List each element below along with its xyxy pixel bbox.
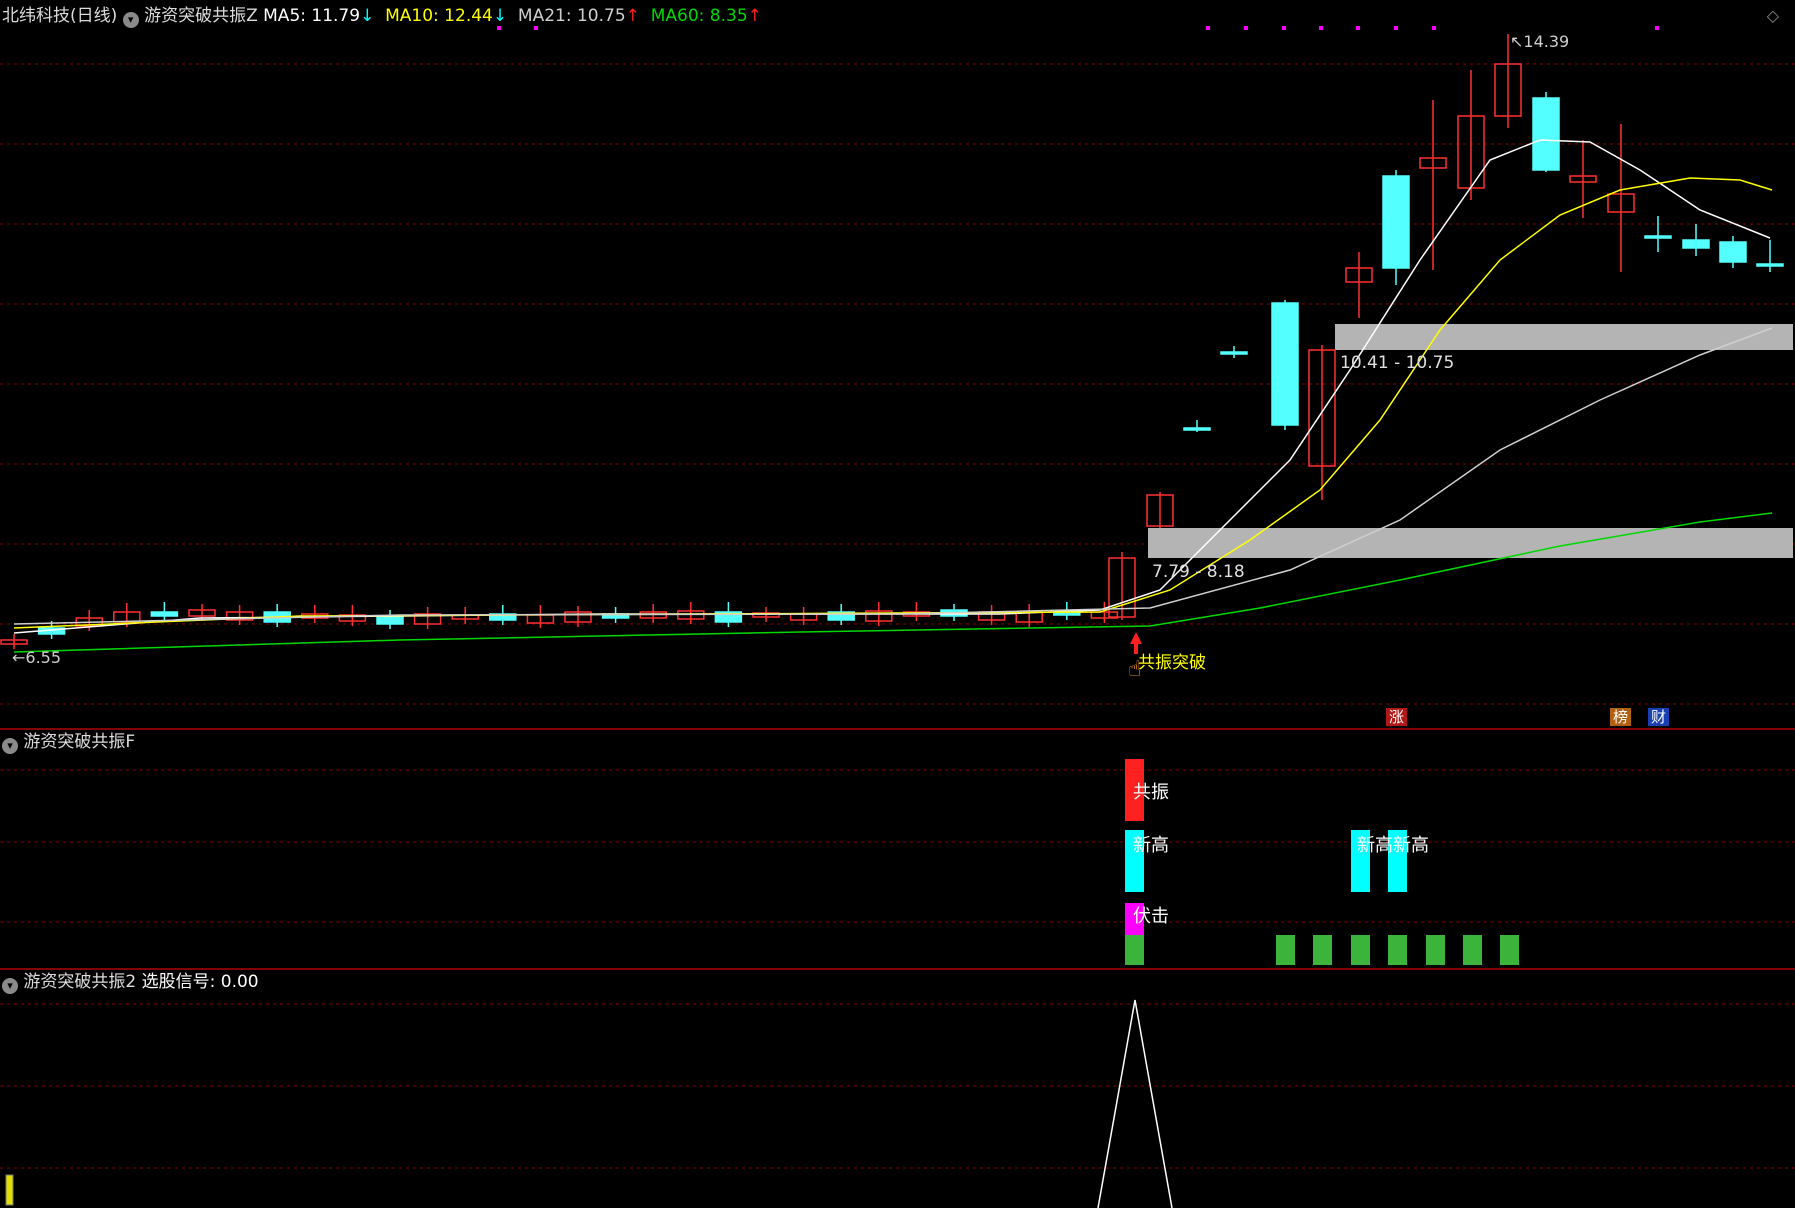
ma10-line	[13, 177, 1773, 629]
panel-f-header: ▾ 游资突破共振F	[2, 732, 135, 754]
volume-block	[1500, 935, 1519, 965]
ma10-value: MA10: 12.44	[385, 6, 493, 26]
ma21-line	[13, 327, 1773, 625]
zone-lower-label: 7.79 - 8.18	[1152, 562, 1245, 582]
scroll-handle	[5, 1174, 14, 1206]
volume-block	[1426, 935, 1445, 965]
resonance-label: 共振	[1133, 782, 1169, 803]
new-high-label: 新高	[1393, 835, 1429, 856]
chevron-down-icon[interactable]: ▾	[2, 738, 18, 754]
marker-dot	[1244, 26, 1248, 30]
volume-block	[1388, 935, 1407, 965]
candle-body	[1682, 239, 1710, 249]
indicator-name: 游资突破共振Z	[144, 6, 258, 26]
volume-block	[1351, 935, 1370, 965]
ma5-line	[13, 139, 1771, 634]
stock-title: 北纬科技(日线)	[2, 6, 118, 26]
limit-up-badge[interactable]: 涨	[1386, 708, 1408, 726]
ranking-badge[interactable]: 榜	[1610, 708, 1632, 726]
ma21-value: MA21: 10.75	[517, 6, 626, 26]
hand-pointer-icon: ☝	[1128, 657, 1142, 682]
candle-body	[1382, 175, 1410, 269]
chevron-down-icon[interactable]: ▾	[122, 12, 139, 28]
marker-dot	[1206, 26, 1210, 30]
ma60-value: MA60: 8.35	[650, 6, 748, 26]
low-price-label: ←6.55	[12, 648, 62, 667]
candle-body	[1183, 427, 1211, 431]
finance-badge[interactable]: 财	[1648, 708, 1670, 726]
marker-dot	[1432, 26, 1436, 30]
new-high-label: 新高	[1357, 835, 1393, 856]
signal-up-arrow-icon	[1130, 632, 1142, 654]
marker-dot	[1319, 26, 1323, 30]
ma5-arrow-icon: ↓	[360, 6, 375, 26]
candle-body	[1756, 263, 1784, 267]
marker-dot	[1282, 26, 1286, 30]
candle-body	[150, 611, 179, 617]
chart-header: 北纬科技(日线) ▾ 游资突破共振Z MA5: 11.79↓ MA10: 12.…	[2, 6, 762, 28]
panel-2-signal: 选股信号: 0.00	[141, 972, 259, 992]
ma21-arrow-icon: ↑	[625, 6, 640, 26]
panel-2-title: 游资突破共振2	[23, 972, 137, 992]
candle-body	[1271, 302, 1299, 426]
new-high-label: 新高	[1133, 835, 1169, 856]
candle-body	[1220, 351, 1248, 355]
signal-spike-line	[1097, 999, 1173, 1208]
panel-2-header: ▾ 游资突破共振2 选股信号: 0.00	[2, 972, 259, 994]
chart-canvas[interactable]	[0, 0, 1795, 1208]
marker-dot	[1394, 26, 1398, 30]
chevron-down-icon[interactable]: ▾	[2, 978, 18, 994]
marker-dot	[1655, 26, 1659, 30]
ma60-arrow-icon: ↑	[747, 6, 762, 26]
candle-body	[376, 615, 404, 625]
signal-label: 共振突破	[1138, 653, 1206, 673]
high-price-label: ↖14.39	[1510, 32, 1570, 51]
marker-dot	[1356, 26, 1360, 30]
candle-body	[1532, 97, 1560, 171]
ma5-value: MA5: 11.79	[263, 6, 361, 26]
volume-block	[1463, 935, 1482, 965]
zone-upper-label: 10.41 - 10.75	[1340, 353, 1455, 373]
diamond-icon[interactable]: ◇	[1767, 6, 1779, 26]
ambush-label: 伏击	[1133, 906, 1169, 927]
candle-body	[1644, 235, 1672, 239]
panel-f-title: 游资突破共振F	[23, 732, 136, 752]
volume-block	[1276, 935, 1295, 965]
volume-block	[1125, 935, 1144, 965]
candle-body	[1719, 241, 1747, 263]
ma10-arrow-icon: ↓	[492, 6, 508, 26]
volume-block	[1313, 935, 1332, 965]
